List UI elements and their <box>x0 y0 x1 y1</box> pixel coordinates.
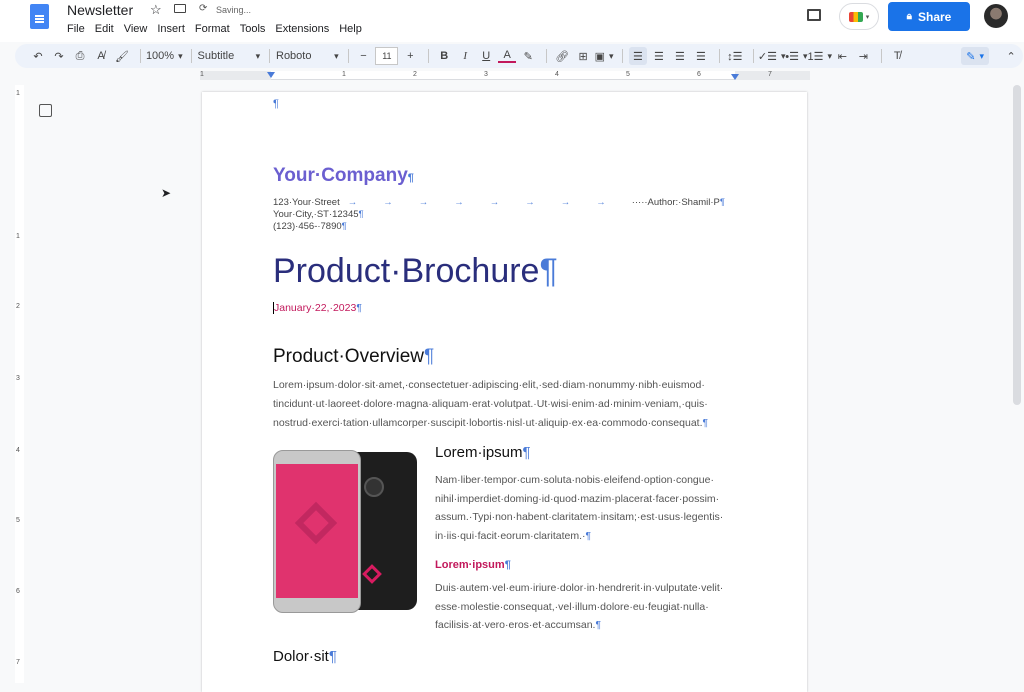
numbered-list-icon[interactable]: 1☰ ▾ <box>807 47 832 65</box>
horizontal-ruler[interactable]: 1 1 2 3 4 5 6 7 <box>200 71 810 80</box>
clear-formatting-icon[interactable]: T̸ <box>888 47 906 65</box>
menu-help[interactable]: Help <box>339 23 362 35</box>
document-page[interactable]: ¶ Your·Company¶ 123·Your·Street →→→→→→→→·… <box>202 92 807 692</box>
star-icon[interactable]: ☆ <box>150 2 162 18</box>
meet-icon <box>848 11 863 22</box>
decrease-indent-icon[interactable]: ⇤ <box>833 47 851 65</box>
lock-icon: 🔒︎ <box>906 11 912 22</box>
toolbar: ↶ ↷ ⎙ A̸ 🖌︎ 100% ▾ Subtitle ▾ Roboto ▾ − 11… <box>15 44 1023 68</box>
overview-paragraph[interactable]: Lorem·ipsum·dolor·sit·amet,·consectetuer… <box>273 376 708 433</box>
undo-icon[interactable]: ↶ <box>29 47 47 65</box>
increase-font-size-button[interactable]: + <box>401 47 419 65</box>
company-name[interactable]: Your·Company¶ <box>273 165 414 187</box>
align-left-icon[interactable]: ☰ <box>628 47 647 65</box>
menu-view[interactable]: View <box>124 23 148 35</box>
collapse-toolbar-icon[interactable]: ⌃ <box>1002 47 1020 65</box>
align-center-icon[interactable]: ☰ <box>650 47 668 65</box>
heading-dolor-sit[interactable]: Dolor·sit¶ <box>273 648 337 665</box>
menu-insert[interactable]: Insert <box>157 23 185 35</box>
paint-format-icon[interactable]: 🖌︎ <box>113 47 131 65</box>
italic-icon[interactable]: I <box>456 47 474 65</box>
duis-paragraph[interactable]: Duis·autem·vel·eum·iriure·dolor·in·hendr… <box>435 579 723 635</box>
heading-product-overview[interactable]: Product·Overview¶ <box>273 346 434 368</box>
line-spacing-icon[interactable]: ↕☰ <box>726 47 744 65</box>
menu-extensions[interactable]: Extensions <box>275 23 329 35</box>
phone-product-image[interactable] <box>273 450 418 613</box>
menu-bar: File Edit View Insert Format Tools Exten… <box>67 23 372 35</box>
top-bar: Newsletter ☆ ⟳ Saving... File Edit View … <box>0 0 1024 42</box>
spellcheck-icon[interactable]: A̸ <box>92 47 110 65</box>
bulleted-list-icon[interactable]: •☰ ▾ <box>785 47 807 65</box>
lorem-paragraph[interactable]: Nam·liber·tempor·cum·soluta·nobis·eleife… <box>435 471 723 545</box>
bold-icon[interactable]: B <box>435 47 453 65</box>
increase-indent-icon[interactable]: ⇥ <box>854 47 872 65</box>
underline-icon[interactable]: U <box>477 47 495 65</box>
style-select[interactable]: Subtitle ▾ <box>198 47 261 65</box>
insert-image-icon[interactable]: ▣ ▾ <box>595 47 614 65</box>
right-indent-marker[interactable] <box>731 74 739 84</box>
print-icon[interactable]: ⎙ <box>71 47 89 65</box>
user-avatar[interactable] <box>984 4 1008 28</box>
menu-file[interactable]: File <box>67 23 85 35</box>
save-status: Saving... <box>216 5 252 15</box>
left-indent-marker[interactable] <box>267 72 275 82</box>
align-right-icon[interactable]: ☰ <box>671 47 689 65</box>
vertical-ruler[interactable]: 1 1 2 3 4 5 6 7 <box>15 85 24 683</box>
docs-logo-icon[interactable] <box>30 4 49 29</box>
address-line-1[interactable]: 123·Your·Street →→→→→→→→·····Author:·Sham… <box>273 197 725 208</box>
highlight-icon[interactable]: ✎ <box>519 47 537 65</box>
zoom-select[interactable]: 100% ▾ <box>146 47 183 65</box>
document-title-heading[interactable]: Product·Brochure¶ <box>273 252 558 291</box>
vertical-scrollbar[interactable] <box>1013 85 1021 405</box>
menu-edit[interactable]: Edit <box>95 23 114 35</box>
redo-icon[interactable]: ↷ <box>50 47 68 65</box>
mouse-cursor-icon: ➤ <box>161 186 172 200</box>
font-select[interactable]: Roboto ▾ <box>276 47 339 65</box>
subheading-lorem-ipsum[interactable]: Lorem·ipsum¶ <box>435 559 511 571</box>
menu-tools[interactable]: Tools <box>240 23 266 35</box>
comments-icon[interactable] <box>807 9 821 21</box>
editing-mode-button[interactable]: ✎ ▾ <box>961 47 990 65</box>
meet-button[interactable]: ▾ <box>839 3 879 30</box>
menu-format[interactable]: Format <box>195 23 230 35</box>
document-title[interactable]: Newsletter <box>67 2 133 18</box>
decrease-font-size-button[interactable]: − <box>354 47 372 65</box>
empty-paragraph-mark: ¶ <box>273 98 279 110</box>
link-icon[interactable]: 🔗︎ <box>553 47 571 65</box>
heading-lorem-ipsum[interactable]: Lorem·ipsum¶ <box>435 444 531 461</box>
sync-icon: ⟳ <box>199 3 208 14</box>
document-outline-icon[interactable] <box>39 104 52 117</box>
share-button[interactable]: 🔒︎ Share <box>888 2 970 31</box>
date-line[interactable]: January·22,·2023¶ <box>273 302 362 314</box>
address-line-2[interactable]: Your·City,·ST·12345¶ <box>273 209 364 220</box>
font-size-input[interactable]: 11 <box>375 47 399 65</box>
checklist-icon[interactable]: ✓☰ ▾ <box>758 47 786 65</box>
move-folder-icon[interactable] <box>174 4 186 13</box>
text-color-icon[interactable]: A <box>498 49 517 63</box>
add-comment-icon[interactable]: ⊞ <box>574 47 592 65</box>
address-line-3[interactable]: (123)·456-·7890¶ <box>273 221 347 232</box>
justify-icon[interactable]: ☰ <box>692 47 710 65</box>
